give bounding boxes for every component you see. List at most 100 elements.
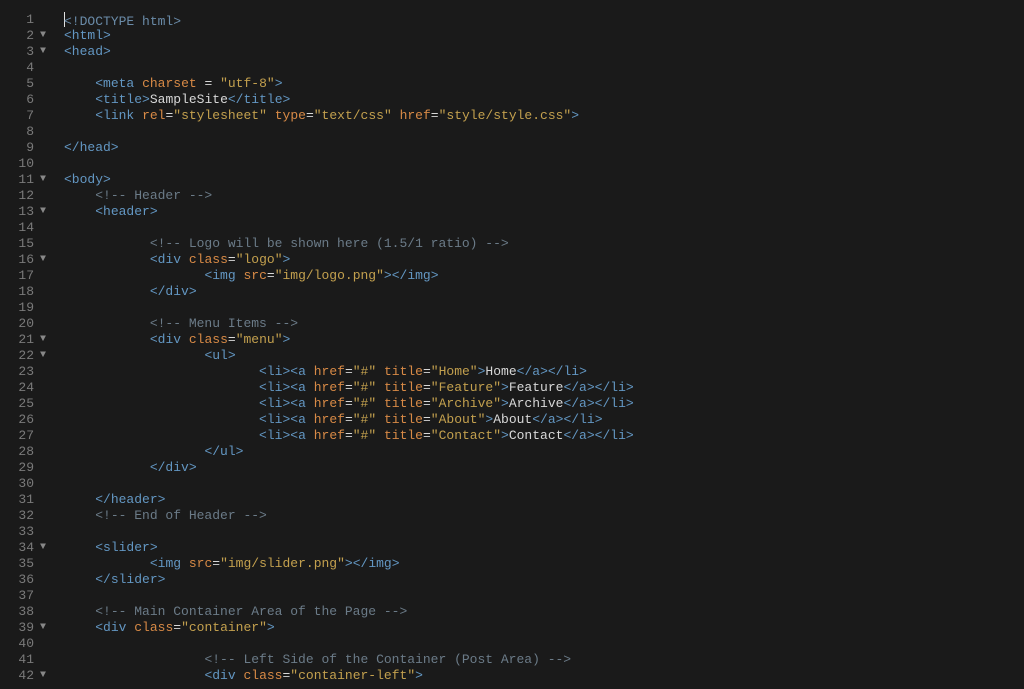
code-line[interactable]: </div> bbox=[64, 460, 634, 476]
line-number[interactable]: 16 bbox=[0, 252, 34, 268]
fold-marker[interactable]: ▼ bbox=[38, 620, 56, 636]
code-line[interactable]: <ul> bbox=[64, 348, 634, 364]
line-number[interactable]: 33 bbox=[0, 524, 34, 540]
code-line[interactable]: <header> bbox=[64, 204, 634, 220]
code-line[interactable]: <!-- Left Side of the Container (Post Ar… bbox=[64, 652, 634, 668]
code-line[interactable] bbox=[64, 220, 634, 236]
line-number[interactable]: 30 bbox=[0, 476, 34, 492]
code-line[interactable]: </ul> bbox=[64, 444, 634, 460]
code-line[interactable]: <!-- Header --> bbox=[64, 188, 634, 204]
code-line[interactable]: <li><a href="#" title="About">About</a><… bbox=[64, 412, 634, 428]
fold-marker[interactable]: ▼ bbox=[38, 204, 56, 220]
line-number[interactable]: 42 bbox=[0, 668, 34, 684]
code-line[interactable]: <link rel="stylesheet" type="text/css" h… bbox=[64, 108, 634, 124]
token-punct bbox=[376, 380, 384, 395]
line-number[interactable]: 3 bbox=[0, 44, 34, 60]
fold-marker[interactable]: ▼ bbox=[38, 44, 56, 60]
line-number[interactable]: 39 bbox=[0, 620, 34, 636]
line-number[interactable]: 31 bbox=[0, 492, 34, 508]
code-line[interactable]: <li><a href="#" title="Contact">Contact<… bbox=[64, 428, 634, 444]
fold-marker[interactable]: ▼ bbox=[38, 252, 56, 268]
code-line[interactable]: <!-- Logo will be shown here (1.5/1 rati… bbox=[64, 236, 634, 252]
code-line[interactable]: <li><a href="#" title="Feature">Feature<… bbox=[64, 380, 634, 396]
line-number[interactable]: 12 bbox=[0, 188, 34, 204]
code-line[interactable]: <div class="container-left"> bbox=[64, 668, 634, 684]
line-number[interactable]: 6 bbox=[0, 92, 34, 108]
code-line[interactable]: <!-- Main Container Area of the Page --> bbox=[64, 604, 634, 620]
code-line[interactable] bbox=[64, 588, 634, 604]
code-line[interactable]: <div class="container"> bbox=[64, 620, 634, 636]
code-line[interactable]: <div class="menu"> bbox=[64, 332, 634, 348]
fold-marker[interactable]: ▼ bbox=[38, 172, 56, 188]
code-line[interactable]: <body> bbox=[64, 172, 634, 188]
line-number[interactable]: 7 bbox=[0, 108, 34, 124]
line-number[interactable]: 10 bbox=[0, 156, 34, 172]
code-line[interactable]: </head> bbox=[64, 140, 634, 156]
line-number[interactable]: 24 bbox=[0, 380, 34, 396]
line-number[interactable]: 21 bbox=[0, 332, 34, 348]
fold-marker[interactable]: ▼ bbox=[38, 668, 56, 684]
code-line[interactable] bbox=[64, 124, 634, 140]
code-line[interactable]: <meta charset = "utf-8"> bbox=[64, 76, 634, 92]
code-line[interactable]: <!DOCTYPE html> bbox=[64, 12, 634, 28]
line-number[interactable]: 20 bbox=[0, 316, 34, 332]
line-number[interactable]: 1 bbox=[0, 12, 34, 28]
code-area[interactable]: <!DOCTYPE html><html><head> <meta charse… bbox=[56, 0, 634, 689]
line-number[interactable]: 11 bbox=[0, 172, 34, 188]
code-line[interactable]: <title>SampleSite</title> bbox=[64, 92, 634, 108]
line-number[interactable]: 15 bbox=[0, 236, 34, 252]
fold-marker[interactable]: ▼ bbox=[38, 540, 56, 556]
line-number[interactable]: 25 bbox=[0, 396, 34, 412]
line-number[interactable]: 9 bbox=[0, 140, 34, 156]
line-number[interactable]: 19 bbox=[0, 300, 34, 316]
line-number[interactable]: 38 bbox=[0, 604, 34, 620]
code-line[interactable]: <head> bbox=[64, 44, 634, 60]
code-line[interactable] bbox=[64, 636, 634, 652]
line-number[interactable]: 8 bbox=[0, 124, 34, 140]
fold-marker[interactable]: ▼ bbox=[38, 28, 56, 44]
code-line[interactable]: </slider> bbox=[64, 572, 634, 588]
line-number[interactable]: 13 bbox=[0, 204, 34, 220]
line-number[interactable]: 23 bbox=[0, 364, 34, 380]
code-line[interactable]: </div> bbox=[64, 284, 634, 300]
code-line[interactable]: <!-- Menu Items --> bbox=[64, 316, 634, 332]
code-line[interactable] bbox=[64, 524, 634, 540]
line-number[interactable]: 34 bbox=[0, 540, 34, 556]
line-number[interactable]: 32 bbox=[0, 508, 34, 524]
line-number[interactable]: 29 bbox=[0, 460, 34, 476]
code-line[interactable] bbox=[64, 60, 634, 76]
code-line[interactable] bbox=[64, 300, 634, 316]
line-number[interactable]: 37 bbox=[0, 588, 34, 604]
line-number[interactable]: 27 bbox=[0, 428, 34, 444]
code-line[interactable]: <li><a href="#" title="Home">Home</a></l… bbox=[64, 364, 634, 380]
fold-marker[interactable]: ▼ bbox=[38, 332, 56, 348]
line-number[interactable]: 28 bbox=[0, 444, 34, 460]
line-number[interactable]: 36 bbox=[0, 572, 34, 588]
code-line[interactable]: </header> bbox=[64, 492, 634, 508]
line-number[interactable]: 4 bbox=[0, 60, 34, 76]
line-number[interactable]: 35 bbox=[0, 556, 34, 572]
line-number[interactable]: 18 bbox=[0, 284, 34, 300]
token-tag: > bbox=[283, 252, 291, 267]
code-editor[interactable]: 1234567891011121314151617181920212223242… bbox=[0, 0, 1024, 689]
code-line[interactable]: <!-- End of Header --> bbox=[64, 508, 634, 524]
fold-marker[interactable]: ▼ bbox=[38, 348, 56, 364]
code-line[interactable]: <img src="img/logo.png"></img> bbox=[64, 268, 634, 284]
line-number[interactable]: 26 bbox=[0, 412, 34, 428]
token-tag: > bbox=[587, 380, 595, 395]
code-line[interactable] bbox=[64, 156, 634, 172]
token-punct: = bbox=[197, 76, 220, 91]
line-number[interactable]: 17 bbox=[0, 268, 34, 284]
line-number[interactable]: 14 bbox=[0, 220, 34, 236]
code-line[interactable]: <img src="img/slider.png"></img> bbox=[64, 556, 634, 572]
code-line[interactable] bbox=[64, 476, 634, 492]
line-number[interactable]: 5 bbox=[0, 76, 34, 92]
code-line[interactable]: <slider> bbox=[64, 540, 634, 556]
line-number[interactable]: 2 bbox=[0, 28, 34, 44]
line-number[interactable]: 40 bbox=[0, 636, 34, 652]
code-line[interactable]: <html> bbox=[64, 28, 634, 44]
code-line[interactable]: <li><a href="#" title="Archive">Archive<… bbox=[64, 396, 634, 412]
line-number[interactable]: 22 bbox=[0, 348, 34, 364]
code-line[interactable]: <div class="logo"> bbox=[64, 252, 634, 268]
line-number[interactable]: 41 bbox=[0, 652, 34, 668]
